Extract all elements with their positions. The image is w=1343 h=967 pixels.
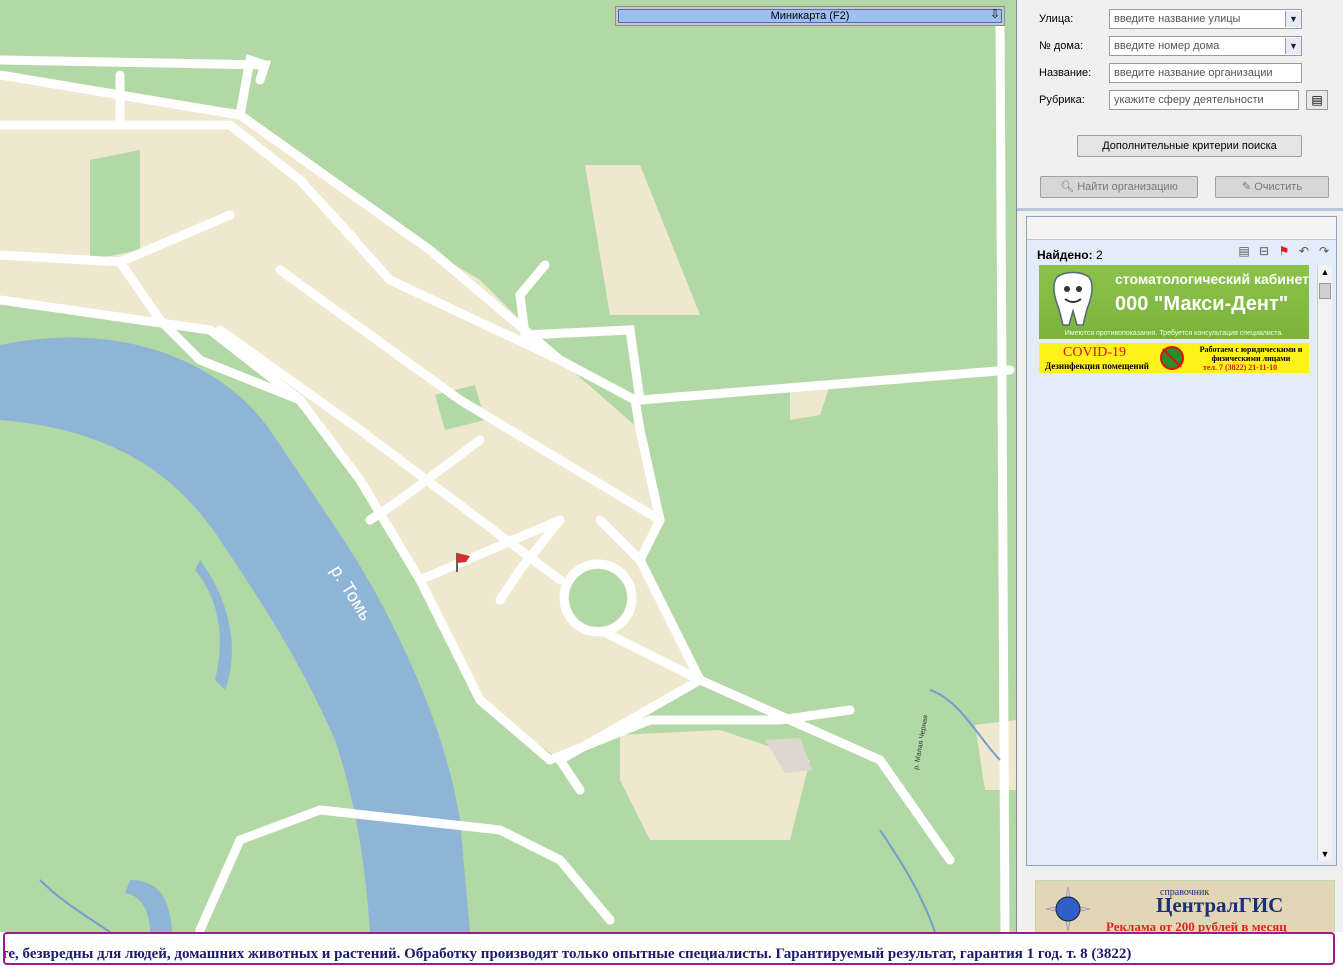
list-icon[interactable]: ▤ [1236, 244, 1252, 258]
rubric-placeholder: укажите сферу деятельности [1114, 94, 1264, 106]
house-input[interactable]: введите номер дома ▼ [1109, 36, 1302, 56]
search-icon: 🔍︎ [1060, 181, 1078, 193]
scroll-thumb[interactable] [1319, 283, 1331, 299]
covid-right-text: Работаем с юридическими и физическими ли… [1199, 345, 1303, 363]
virus-icon [1160, 346, 1184, 370]
globe-icon [1046, 887, 1090, 931]
eraser-icon: ✎ [1241, 181, 1255, 193]
dental-ad-line2: 000 "Макси-Дент" [1115, 293, 1289, 315]
street-input[interactable]: введите название улицы ▼ [1109, 9, 1302, 29]
ticker-text: те, безвредны для людей, домашних животн… [3, 946, 1132, 962]
name-placeholder: введите название организации [1114, 67, 1273, 79]
results-toolbar: ▤ ⊟ ⚑ ↶ ↷ [1236, 244, 1332, 258]
name-input[interactable]: введите название организации [1109, 63, 1302, 83]
logo-name: ЦентралГИС [1156, 893, 1284, 917]
flag-icon[interactable]: ⚑ [1276, 244, 1292, 258]
river-branch-2 [125, 880, 172, 932]
rubric-label: Рубрика: [1039, 94, 1085, 106]
tooth-icon [1053, 271, 1093, 326]
river-branch [195, 560, 232, 690]
redo-icon[interactable]: ↷ [1316, 244, 1332, 258]
covid-ad-banner[interactable]: COVID-19 Дезинфекция помещений Работаем … [1039, 343, 1309, 373]
scroll-down-icon[interactable]: ▼ [1318, 849, 1332, 859]
panel-separator [1017, 208, 1343, 211]
name-label: Название: [1039, 67, 1092, 79]
extra-criteria-button[interactable]: Дополнительные критерии поиска [1077, 135, 1302, 157]
covid-phone: тел. 7 (3822) 21-11-10 [1203, 363, 1278, 372]
find-label: Найти организацию [1077, 181, 1178, 193]
print-icon[interactable]: ⊟ [1256, 244, 1272, 258]
minimap-label: Миникарта (F2) [770, 10, 850, 22]
ticker-frame[interactable]: те, безвредны для людей, домашних животн… [3, 932, 1335, 965]
map-canvas[interactable]: р. Томь р. Малая Черная [0, 0, 1016, 932]
street-placeholder: введите название улицы [1114, 13, 1241, 25]
chevron-down-icon[interactable]: ▼ [1285, 38, 1301, 54]
clear-label: Очистить [1254, 181, 1303, 193]
found-label: Найдено: [1037, 248, 1093, 262]
street-label: Улица: [1039, 13, 1074, 25]
extra-criteria-label: Дополнительные критерии поиска [1102, 140, 1277, 152]
covid-subtitle: Дезинфекция помещений [1045, 361, 1149, 371]
chevron-down-icon[interactable]: ▼ [1285, 11, 1301, 27]
arrow-down-icon[interactable]: ⇩ [990, 8, 1000, 21]
minimap-bar[interactable]: Миникарта (F2) [618, 9, 1002, 23]
results-scrollbar[interactable]: ▲ ▼ [1317, 265, 1332, 861]
dental-ad-banner[interactable]: стоматологический кабинет 000 "Макси-Ден… [1039, 265, 1309, 339]
street-label: р. Малая Черная [913, 714, 930, 770]
urban-area-north [585, 165, 700, 315]
minimap-toggle[interactable]: Миникарта (F2) ⇩ [615, 6, 1005, 26]
news-ticker: те, безвредны для людей, домашних животн… [0, 932, 1343, 967]
results-panel: Найдено: 2 ▤ ⊟ ⚑ ↶ ↷ стоматологический к… [1026, 216, 1337, 866]
dental-ad-line1: стоматологический кабинет [1115, 271, 1309, 287]
map-view[interactable]: р. Томь р. Малая Черная Миникарта (F2) ⇩ [0, 0, 1017, 932]
find-organization-button[interactable]: 🔍︎ Найти организацию [1040, 176, 1198, 198]
roundabout-center [569, 569, 627, 627]
found-count: Найдено: 2 [1037, 248, 1103, 262]
park [90, 150, 140, 260]
results-header [1027, 217, 1336, 240]
found-value: 2 [1095, 248, 1103, 262]
dental-ad-note: Имеются противопоказания. Требуется конс… [1064, 330, 1284, 337]
undo-icon[interactable]: ↶ [1296, 244, 1312, 258]
centralgis-logo[interactable]: справочник ЦентралГИС Реклама от 200 руб… [1035, 880, 1335, 936]
clear-button[interactable]: ✎ Очистить [1215, 176, 1329, 198]
rubric-input[interactable]: укажите сферу деятельности [1109, 90, 1299, 110]
house-placeholder: введите номер дома [1114, 40, 1220, 52]
stream [39, 879, 111, 932]
scroll-up-icon[interactable]: ▲ [1318, 267, 1332, 277]
search-panel: Улица: введите название улицы ▼ № дома: … [1017, 0, 1343, 936]
stream [879, 829, 936, 932]
covid-title: COVID-19 [1063, 345, 1126, 360]
house-label: № дома: [1039, 40, 1084, 52]
rubric-picker-icon[interactable]: ▤ [1306, 90, 1328, 110]
